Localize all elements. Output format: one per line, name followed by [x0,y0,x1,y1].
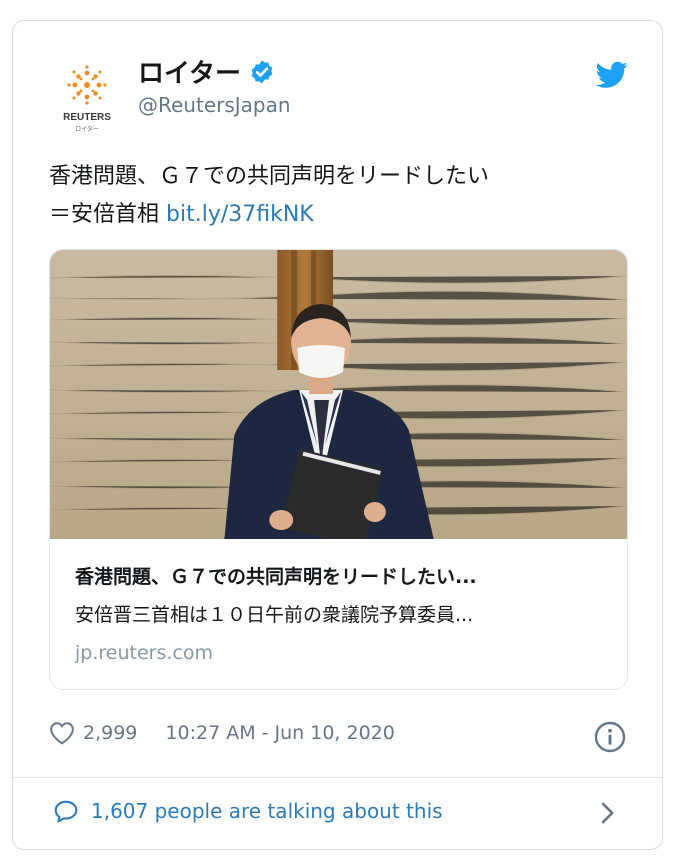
chevron-right-icon[interactable] [597,800,617,826]
author-name[interactable]: ロイター [138,53,241,90]
reuters-logo-icon: REUTERS ロイター [63,65,111,133]
footer-divider [13,777,662,778]
tweet-link[interactable]: bit.ly/37fikNK [166,202,314,227]
preview-domain: jp.reuters.com [75,642,213,664]
talking-count-label[interactable]: 1,607 people are talking about this [91,799,443,823]
reuters-logo-wordmark: REUTERS [63,112,111,123]
author-handle[interactable]: @ReutersJapan [138,93,291,117]
preview-description: 安倍晋三首相は１０日午前の衆議院予算委員... [75,604,474,626]
like-count[interactable]: 2,999 [83,722,137,744]
speech-bubble-icon [54,800,78,823]
conversation-link[interactable]: 1,607 people are talking about this [53,799,443,823]
tweet-meta: 2,999 10:27 AM - Jun 10, 2020 [49,721,395,745]
tweet-header: REUTERS ロイター ロイター @ReutersJapan [13,21,662,133]
avatar[interactable]: REUTERS ロイター [57,63,117,143]
reuters-logo-sub: ロイター [75,125,99,133]
tweet-text: 香港問題、Ｇ７での共同声明をリードしたい ＝安倍首相 bit.ly/37fikN… [49,158,639,234]
info-icon[interactable] [594,721,626,753]
tweet-timestamp[interactable]: 10:27 AM - Jun 10, 2020 [165,722,394,744]
tweet-card: REUTERS ロイター ロイター @ReutersJapan 香港問題、Ｇ７で… [12,20,663,850]
tweet-text-line2: ＝安倍首相 bit.ly/37fikNK [49,196,639,234]
preview-title[interactable]: 香港問題、Ｇ７での共同声明をリードしたい... [75,562,605,589]
verified-badge-icon [251,60,273,83]
twitter-bird-icon[interactable] [596,61,628,89]
tweet-text-line2-body: ＝安倍首相 [49,202,160,227]
author-name-row[interactable]: ロイター [138,53,275,90]
link-preview-card[interactable]: 香港問題、Ｇ７での共同声明をリードしたい... 安倍晋三首相は１０日午前の衆議院… [49,249,628,690]
heart-icon[interactable] [49,721,75,745]
preview-photo[interactable] [50,250,627,539]
tweet-text-line1: 香港問題、Ｇ７での共同声明をリードしたい [49,164,490,189]
